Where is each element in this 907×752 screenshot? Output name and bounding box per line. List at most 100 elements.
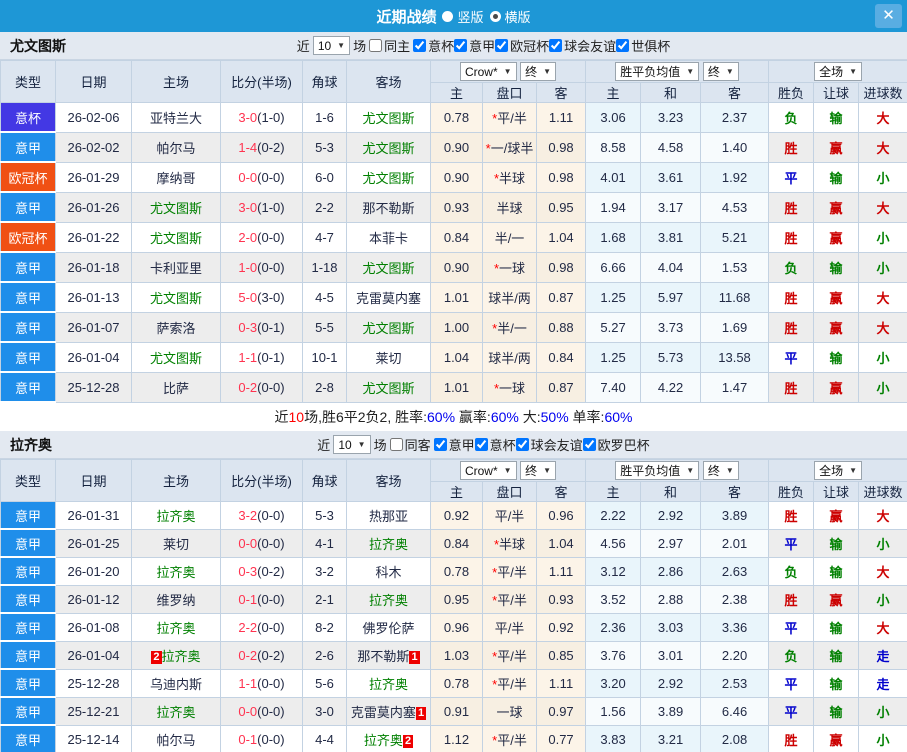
away-odds: 1.11 bbox=[535, 668, 587, 698]
scope-select[interactable]: 全场 ▼ bbox=[814, 461, 862, 480]
home-team: 维罗纳 bbox=[131, 584, 221, 614]
avg-home-odds: 1.68 bbox=[585, 221, 642, 253]
chevron-down-icon: ▼ bbox=[503, 67, 512, 77]
handicap-result: 输 bbox=[813, 528, 860, 558]
away-team: 尤文图斯 bbox=[346, 371, 431, 403]
goals-result: 小 bbox=[858, 724, 907, 752]
handicap-cell: *平/半 bbox=[482, 640, 537, 670]
match-row: 意甲 26-01-12 维罗纳 0-1(0-0) 2-1 拉齐奥 0.95 *平/半 0.93 3… bbox=[0, 584, 907, 614]
avg-final-select[interactable]: 终 ▼ bbox=[702, 461, 739, 480]
avg-home-odds: 3.76 bbox=[585, 640, 642, 670]
home-team-name: 尤文图斯 bbox=[149, 230, 202, 246]
wdl-result: 胜 bbox=[768, 724, 815, 752]
match-row: 欧冠杯 26-01-29 摩纳哥 0-0(0-0) 6-0 尤文图斯 0.90 *半球 0.98… bbox=[0, 161, 907, 193]
home-team-name: 拉齐奥 bbox=[156, 508, 196, 524]
avg-home-odds: 3.83 bbox=[585, 724, 642, 752]
competition-checkbox[interactable]: 意甲 bbox=[454, 36, 495, 55]
col-avg-draw: 和 bbox=[640, 82, 702, 103]
wdl-result: 胜 bbox=[768, 221, 815, 253]
competition-checkbox[interactable]: 欧罗巴杯 bbox=[582, 435, 650, 454]
avg-away-odds: 1.92 bbox=[700, 161, 770, 193]
home-team-name: 萨索洛 bbox=[156, 320, 196, 336]
competition-checkbox[interactable]: 世俱杯 bbox=[616, 36, 670, 55]
score-cell: 0-1(0-0) bbox=[220, 584, 303, 614]
home-odds: 0.84 bbox=[430, 221, 483, 253]
match-row: 意甲 26-01-20 拉齐奥 0-3(0-2) 3-2 科木 0.78 *平/半 1.11 3.… bbox=[0, 556, 907, 586]
score-cell: 5-0(3-0) bbox=[220, 281, 303, 313]
summary-part: 60% bbox=[427, 409, 456, 425]
col-handicap-result: 让球 bbox=[813, 481, 860, 502]
matches-label: 场 bbox=[373, 438, 387, 453]
horizontal-layout-radio[interactable] bbox=[489, 10, 501, 22]
avg-select[interactable]: 胜平负均值 ▼ bbox=[615, 62, 700, 81]
avg-home-odds: 8.58 bbox=[585, 131, 642, 163]
avg-away-odds: 1.69 bbox=[700, 311, 770, 343]
home-team: 比萨 bbox=[131, 371, 221, 403]
handicap-cell: *半球 bbox=[482, 528, 537, 558]
away-team-name: 尤文图斯 bbox=[362, 140, 415, 156]
col-avg-home: 主 bbox=[585, 82, 642, 103]
away-odds: 1.04 bbox=[535, 528, 587, 558]
competition-checkbox[interactable]: 球会友谊 bbox=[515, 435, 583, 454]
titlebar: 近期战绩 竖版 横版 ✕ bbox=[0, 0, 907, 32]
avg-away-odds: 2.20 bbox=[700, 640, 770, 670]
competition-checkbox[interactable]: 意甲 bbox=[433, 435, 475, 454]
full-time-score: 5-0 bbox=[238, 289, 258, 305]
match-count-select[interactable]: 10 ▼ bbox=[333, 435, 371, 454]
handicap-value: 平/半 bbox=[494, 620, 525, 636]
away-team-name: 佛罗伦萨 bbox=[362, 620, 415, 636]
same-home-checkbox[interactable]: 同主 bbox=[369, 36, 410, 55]
filter-bar: 近 10 ▼ 场 同主 意杯 意甲 欧冠杯 球会友谊 世俱杯 bbox=[297, 36, 670, 55]
away-odds: 0.97 bbox=[535, 696, 587, 726]
match-count-select[interactable]: 10 ▼ bbox=[312, 36, 351, 55]
match-row: 意甲 26-01-13 尤文图斯 5-0(3-0) 4-5 克雷莫内塞 1.01 球半/两 0.… bbox=[0, 281, 907, 313]
home-team: 拉齐奥 bbox=[131, 612, 221, 642]
competition-checkboxes: 意甲 意杯 球会友谊 欧罗巴杯 bbox=[433, 435, 650, 454]
avg-final-select[interactable]: 终 ▼ bbox=[702, 62, 739, 81]
odds-final-select[interactable]: 终 ▼ bbox=[520, 61, 557, 81]
home-team-name: 莱切 bbox=[162, 536, 189, 552]
avg-away-odds: 3.89 bbox=[700, 501, 770, 530]
match-date: 26-01-04 bbox=[55, 640, 132, 670]
avg-away-odds: 1.53 bbox=[700, 251, 770, 283]
odds-source-select[interactable]: Crow* ▼ bbox=[459, 62, 517, 82]
vertical-layout-radio[interactable] bbox=[442, 10, 454, 22]
avg-home-odds: 1.25 bbox=[585, 341, 642, 373]
odds-source-select[interactable]: Crow* ▼ bbox=[459, 461, 517, 481]
handicap-cell: *一球 bbox=[482, 251, 537, 283]
home-team-name: 尤文图斯 bbox=[149, 350, 202, 366]
half-time-score: (0-0) bbox=[257, 703, 285, 719]
half-time-score: (0-0) bbox=[257, 169, 285, 185]
match-date: 25-12-21 bbox=[55, 696, 132, 726]
scope-select[interactable]: 全场 ▼ bbox=[814, 62, 862, 81]
full-time-score: 0-1 bbox=[238, 591, 258, 607]
close-icon[interactable]: ✕ bbox=[875, 4, 902, 28]
col-odds-home: 主 bbox=[430, 481, 483, 502]
handicap-result: 赢 bbox=[813, 584, 860, 614]
home-team: 卡利亚里 bbox=[131, 251, 221, 283]
competition-checkbox[interactable]: 意杯 bbox=[413, 36, 454, 55]
avg-select[interactable]: 胜平负均值 ▼ bbox=[615, 461, 700, 480]
away-odds: 0.87 bbox=[535, 281, 587, 313]
wdl-result: 负 bbox=[768, 251, 815, 283]
odds-final-select[interactable]: 终 ▼ bbox=[520, 460, 557, 480]
away-odds: 0.95 bbox=[535, 191, 587, 223]
half-time-score: (3-0) bbox=[257, 289, 285, 305]
score-cell: 2-0(0-0) bbox=[220, 221, 303, 253]
match-date: 25-12-28 bbox=[55, 371, 132, 403]
handicap-result: 输 bbox=[813, 102, 860, 133]
competition-checkbox[interactable]: 球会友谊 bbox=[549, 36, 616, 55]
col-avg-away: 客 bbox=[700, 82, 770, 103]
competition-checkbox[interactable]: 意杯 bbox=[474, 435, 516, 454]
same-away-checkbox[interactable]: 同客 bbox=[389, 435, 431, 454]
half-time-score: (0-0) bbox=[257, 591, 285, 607]
avg-away-odds: 3.36 bbox=[700, 612, 770, 642]
corner-cell: 5-3 bbox=[302, 131, 347, 163]
odds-group-header: Crow* ▼ 终 ▼ bbox=[429, 459, 587, 482]
handicap-value: 半/一 bbox=[497, 320, 527, 336]
competition-checkbox[interactable]: 欧冠杯 bbox=[495, 36, 549, 55]
full-time-score: 2-2 bbox=[238, 619, 258, 635]
avg-home-odds: 3.12 bbox=[585, 556, 642, 586]
summary-part: 60% bbox=[604, 409, 633, 425]
match-row: 意甲 25-12-14 帕尔马 0-1(0-0) 4-4 拉齐奥 2 1.12 *平/半 0.77… bbox=[0, 724, 907, 752]
